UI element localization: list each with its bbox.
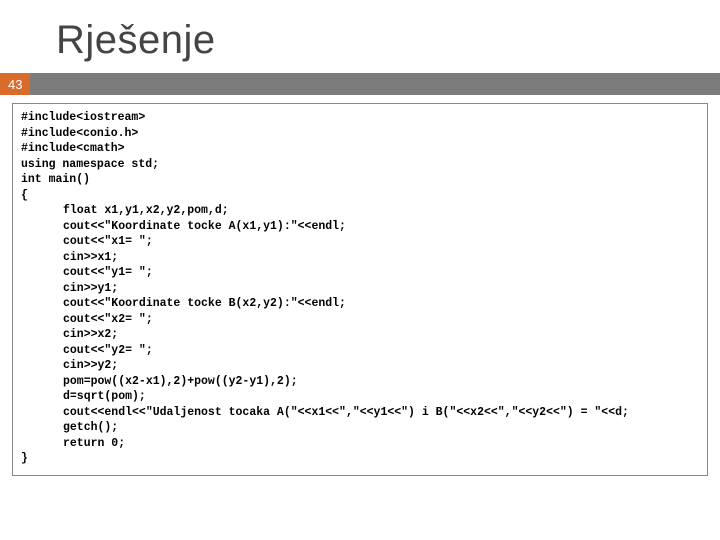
code-content: #include<iostream> #include<conio.h> #in… <box>21 110 699 467</box>
code-line: float x1,y1,x2,y2,pom,d; <box>21 203 699 219</box>
slide-title: Rješenje <box>0 0 720 73</box>
code-line: cout<<endl<<"Udaljenost tocaka A("<<x1<<… <box>21 405 699 421</box>
code-line: getch(); <box>21 420 699 436</box>
code-line: cin>>y2; <box>21 358 699 374</box>
code-line: #include<conio.h> <box>21 127 138 140</box>
code-line: d=sqrt(pom); <box>21 389 699 405</box>
code-line: cin>>y1; <box>21 281 699 297</box>
code-line: return 0; <box>21 436 699 452</box>
code-line: cout<<"Koordinate tocke A(x1,y1):"<<endl… <box>21 219 699 235</box>
header-stripe: 43 <box>0 73 720 95</box>
code-line: cout<<"y2= "; <box>21 343 699 359</box>
code-line: cout<<"Koordinate tocke B(x2,y2):"<<endl… <box>21 296 699 312</box>
code-line: cin>>x1; <box>21 250 699 266</box>
code-line: { <box>21 189 28 202</box>
code-line: cout<<"x1= "; <box>21 234 699 250</box>
code-line: #include<cmath> <box>21 142 125 155</box>
code-block: #include<iostream> #include<conio.h> #in… <box>12 103 708 476</box>
code-line: int main() <box>21 173 90 186</box>
code-line: cin>>x2; <box>21 327 699 343</box>
code-line: cout<<"y1= "; <box>21 265 699 281</box>
code-line: cout<<"x2= "; <box>21 312 699 328</box>
code-line: #include<iostream> <box>21 111 145 124</box>
slide: Rješenje 43 #include<iostream> #include<… <box>0 0 720 540</box>
code-line: pom=pow((x2-x1),2)+pow((y2-y1),2); <box>21 374 699 390</box>
slide-number-badge: 43 <box>0 73 30 95</box>
code-line: using namespace std; <box>21 158 159 171</box>
code-line: } <box>21 452 28 465</box>
